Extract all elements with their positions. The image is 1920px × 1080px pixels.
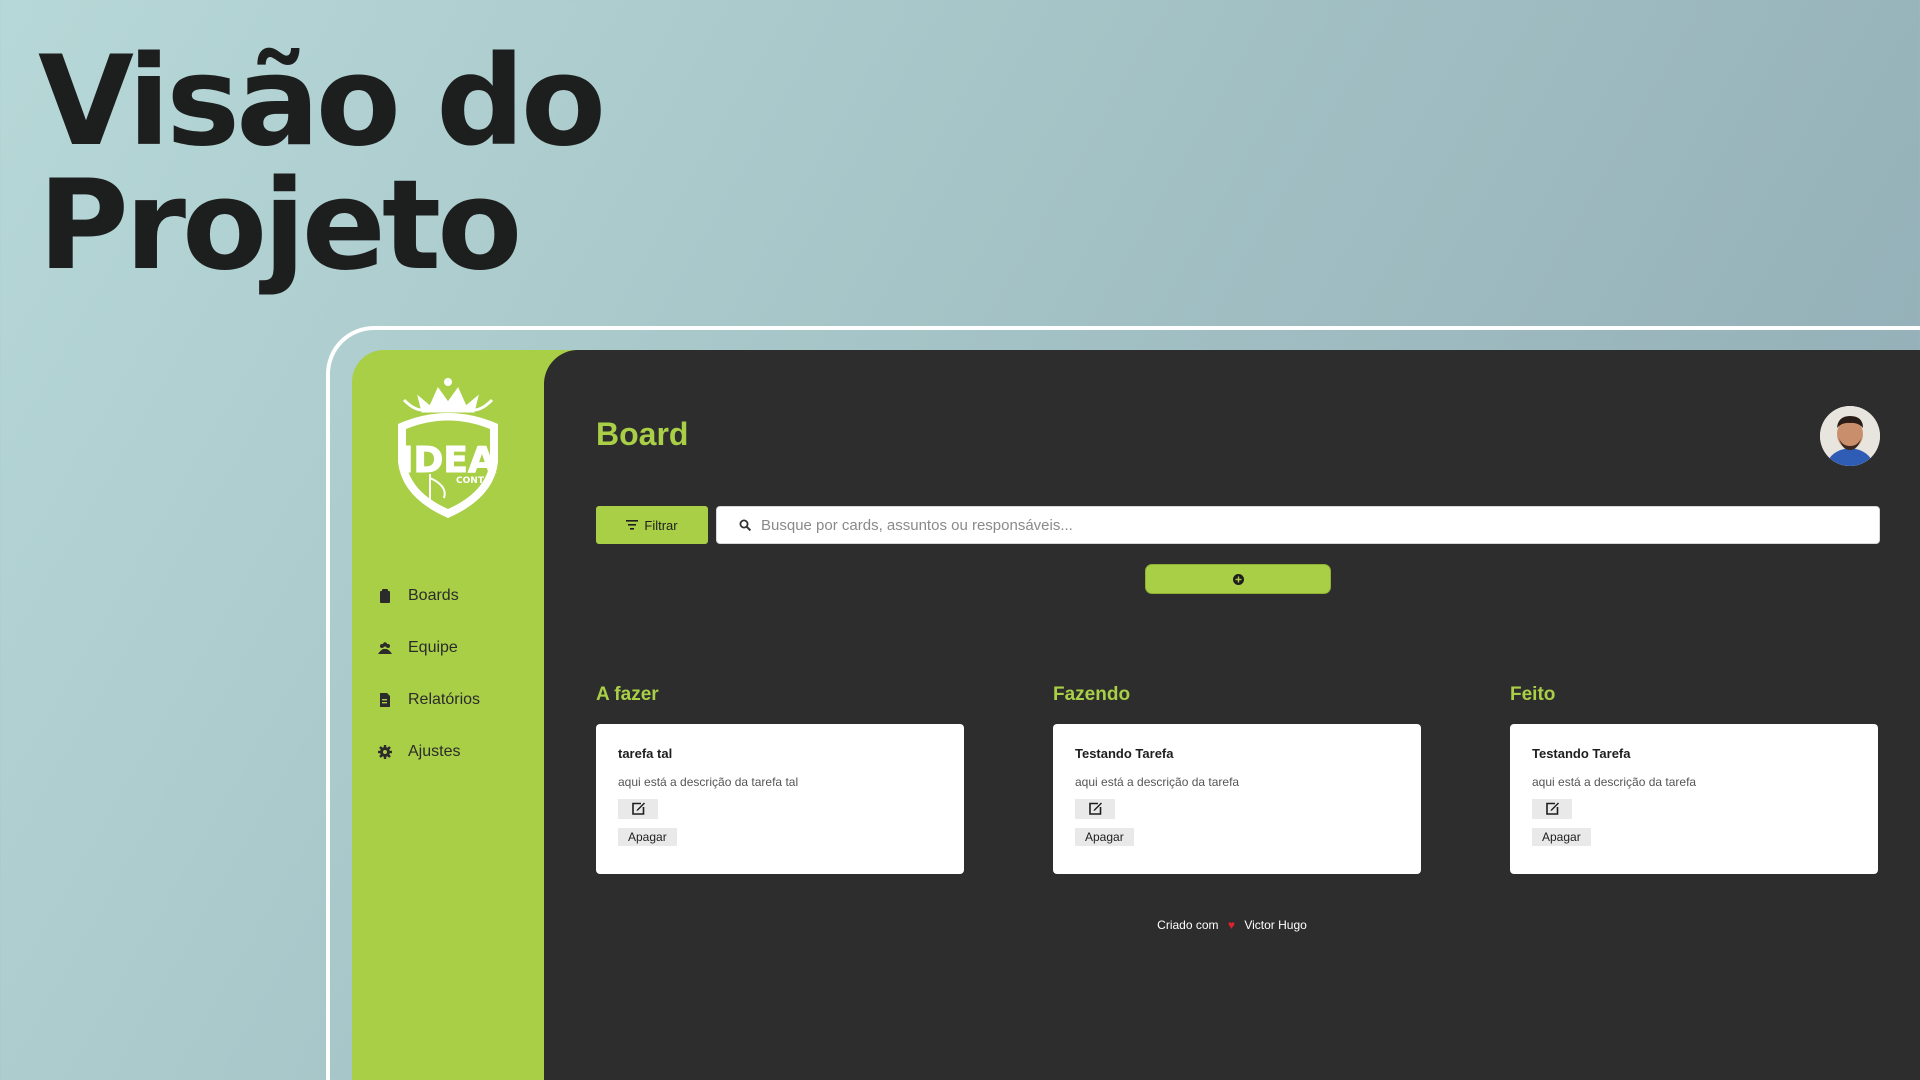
column-title: Fazendo (1053, 684, 1131, 705)
user-avatar-image (1820, 406, 1880, 466)
edit-button[interactable] (618, 799, 658, 819)
delete-button[interactable]: Apagar (1532, 828, 1591, 846)
card-description: aqui está a descrição da tarefa (1075, 775, 1240, 789)
card-title: tarefa tal (618, 746, 673, 761)
hero-title-line2: Projeto (38, 154, 522, 298)
filter-button-label: Filtrar (644, 517, 678, 533)
card-description: aqui está a descrição da tarefa (1532, 775, 1697, 789)
search-icon (739, 519, 751, 531)
filter-icon (626, 520, 639, 530)
sidebar-item-boards[interactable]: Boards (378, 570, 480, 622)
footer-author: Victor Hugo (1244, 918, 1307, 932)
task-card[interactable]: Testando Tarefa aqui está a descrição da… (1053, 724, 1421, 874)
sidebar-item-ajustes[interactable]: Ajustes (378, 726, 480, 778)
sidebar: IDEA CONT Boards Equipe Relatórios Ajust… (352, 350, 544, 1080)
clipboard-icon (380, 589, 390, 603)
team-icon (378, 642, 392, 654)
sidebar-nav: Boards Equipe Relatórios Ajustes (378, 570, 480, 778)
sidebar-item-label: Ajustes (408, 743, 461, 760)
page-title: Board (596, 416, 689, 452)
report-icon (380, 693, 390, 707)
card-title: Testando Tarefa (1075, 746, 1174, 761)
svg-text:CONT: CONT (456, 476, 485, 486)
ideacont-logo: IDEA CONT (398, 378, 498, 518)
delete-button[interactable]: Apagar (618, 828, 677, 846)
search-bar (716, 506, 1880, 544)
add-card-button[interactable] (1145, 564, 1331, 594)
edit-icon (1546, 802, 1559, 815)
board-main: Board Filtrar A fazer tarefa tal (544, 350, 1920, 1080)
sidebar-item-equipe[interactable]: Equipe (378, 622, 480, 674)
filter-button[interactable]: Filtrar (596, 506, 708, 544)
column-title: A fazer (596, 684, 659, 705)
svg-text:IDEA: IDEA (400, 440, 496, 481)
delete-button[interactable]: Apagar (1075, 828, 1134, 846)
column-feito: Feito Testando Tarefa aqui está a descri… (1510, 684, 1878, 874)
task-card[interactable]: tarefa tal aqui está a descrição da tare… (596, 724, 964, 874)
heart-icon: ♥ (1227, 918, 1235, 932)
edit-button[interactable] (1075, 799, 1115, 819)
sidebar-item-label: Equipe (408, 639, 458, 656)
plus-circle-icon (1232, 573, 1244, 585)
edit-icon (632, 802, 645, 815)
hero-title-line1: Visão do (38, 30, 606, 174)
edit-icon (1089, 802, 1102, 815)
sidebar-item-label: Relatórios (408, 691, 481, 708)
footer-credit: Criado com ♥ Victor Hugo (544, 918, 1920, 932)
edit-button[interactable] (1532, 799, 1572, 819)
hero-title: Visão do Projeto (38, 30, 606, 298)
column-a-fazer: A fazer tarefa tal aqui está a descrição… (596, 684, 964, 874)
sidebar-item-label: Boards (408, 587, 459, 604)
task-card[interactable]: Testando Tarefa aqui está a descrição da… (1510, 724, 1878, 874)
avatar[interactable] (1820, 406, 1880, 466)
card-description: aqui está a descrição da tarefa tal (618, 775, 799, 789)
sidebar-item-relatorios[interactable]: Relatórios (378, 674, 480, 726)
app-window: IDEA CONT Boards Equipe Relatórios Ajust… (352, 350, 1920, 1080)
footer-prefix: Criado com (1157, 918, 1219, 932)
column-title: Feito (1510, 684, 1556, 705)
gear-icon (378, 745, 392, 759)
column-fazendo: Fazendo Testando Tarefa aqui está a desc… (1053, 684, 1421, 874)
search-input[interactable] (761, 516, 1879, 534)
card-title: Testando Tarefa (1532, 746, 1631, 761)
